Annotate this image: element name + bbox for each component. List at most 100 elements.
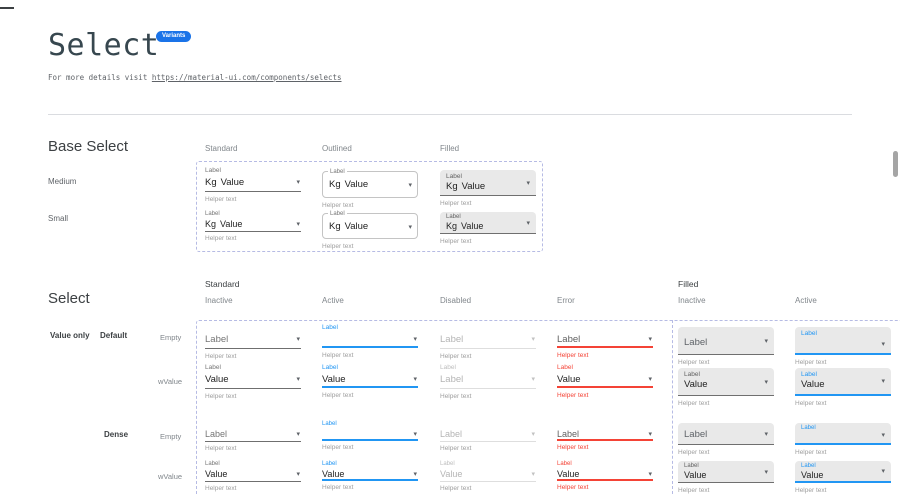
floating-label: Label bbox=[205, 364, 301, 372]
select-trigger[interactable]: Label ▾ bbox=[678, 423, 774, 445]
select-trigger[interactable]: Label ▾ bbox=[795, 423, 891, 445]
select-trigger[interactable]: Label KgValue ▾ bbox=[322, 171, 418, 198]
select-value: Label bbox=[440, 374, 463, 385]
select-trigger[interactable]: KgValue ▾ bbox=[205, 175, 301, 192]
select-standard-error-wvalue: Label Value▾ Helper text bbox=[557, 364, 653, 399]
select-placeholder: Label bbox=[684, 337, 707, 348]
select-trigger[interactable]: Label Value ▾ bbox=[795, 368, 891, 396]
dropdown-arrow-icon: ▾ bbox=[881, 432, 885, 439]
variants-badge: Variants bbox=[156, 31, 191, 42]
select-trigger[interactable]: Value▾ bbox=[557, 372, 653, 388]
helper-text: Helper text bbox=[440, 200, 536, 207]
select-trigger[interactable]: Value▾ bbox=[322, 372, 418, 388]
select-filled-active-wvalue: Label Value ▾ Helper text bbox=[795, 368, 891, 407]
helper-text: Helper text bbox=[795, 487, 891, 494]
select-trigger[interactable]: Value▾ bbox=[205, 372, 301, 389]
select-trigger[interactable]: Label▾ bbox=[205, 332, 301, 349]
base-outlined-medium: Label KgValue ▾ Helper text bbox=[322, 171, 418, 209]
select-trigger[interactable]: Value▾ bbox=[322, 468, 418, 481]
group-head-filled: Filled bbox=[678, 279, 698, 289]
dropdown-arrow-icon: ▾ bbox=[413, 471, 417, 478]
floating-label: Label bbox=[328, 210, 347, 218]
select-placeholder: Label bbox=[684, 429, 707, 440]
select-trigger[interactable]: Label KgValue ▾ bbox=[322, 213, 418, 239]
select-value-row: KgValue bbox=[446, 221, 530, 232]
select-placeholder: Label bbox=[557, 334, 580, 345]
select-trigger[interactable]: Label Value ▾ bbox=[678, 368, 774, 396]
floating-label: Label bbox=[446, 214, 530, 221]
dropdown-arrow-icon: ▾ bbox=[296, 179, 300, 186]
floating-label bbox=[440, 324, 536, 332]
helper-text: Helper text bbox=[322, 484, 418, 491]
select-standard-inactive-wvalue: Label Value▾ Helper text bbox=[205, 364, 301, 400]
helper-text: Helper text bbox=[678, 400, 774, 407]
select-trigger[interactable]: ▾ bbox=[322, 428, 418, 441]
helper-text: Helper text bbox=[205, 393, 301, 400]
floating-label: Label bbox=[801, 463, 885, 470]
select-trigger[interactable]: Label ▾ bbox=[795, 327, 891, 355]
floating-label: Label bbox=[322, 324, 418, 332]
select-trigger[interactable]: Label▾ bbox=[557, 332, 653, 348]
floating-label: Label bbox=[322, 421, 418, 428]
floating-label: Label bbox=[205, 461, 301, 468]
select-trigger[interactable]: Label Value ▾ bbox=[795, 461, 891, 483]
scrollbar-thumb[interactable] bbox=[893, 151, 898, 177]
floating-label bbox=[440, 421, 536, 428]
dropdown-arrow-icon: ▾ bbox=[296, 221, 300, 228]
row-label-dense-empty: Empty bbox=[160, 432, 181, 441]
select-dense-inactive-empty: Label▾ Helper text bbox=[205, 421, 301, 452]
col-head-standard: Standard bbox=[205, 144, 237, 153]
select-standard-disabled-empty: Label▾ Helper text bbox=[440, 324, 536, 360]
select-value: Value bbox=[440, 469, 462, 479]
row-label-medium: Medium bbox=[48, 177, 76, 186]
helper-text: Helper text bbox=[440, 485, 536, 492]
floating-label: Label bbox=[446, 173, 530, 181]
row-group-value-only: Value only bbox=[50, 331, 90, 340]
select-trigger[interactable]: Label▾ bbox=[205, 428, 301, 442]
dropdown-arrow-icon: ▾ bbox=[764, 379, 768, 386]
floating-label: Label bbox=[322, 364, 418, 372]
helper-text: Helper text bbox=[678, 449, 774, 456]
helper-text: Helper text bbox=[678, 487, 774, 494]
select-filled-dense-active-empty: Label ▾ Helper text bbox=[795, 423, 891, 456]
dropdown-arrow-icon: ▾ bbox=[526, 220, 530, 227]
dropdown-arrow-icon: ▾ bbox=[881, 378, 885, 385]
base-outlined-small: Label KgValue ▾ Helper text bbox=[322, 213, 418, 250]
helper-text: Helper text bbox=[440, 445, 536, 452]
select-trigger[interactable]: Label KgValue ▾ bbox=[440, 212, 536, 234]
select-trigger[interactable]: Label▾ bbox=[557, 428, 653, 441]
select-trigger[interactable]: KgValue ▾ bbox=[205, 218, 301, 232]
floating-label bbox=[205, 421, 301, 428]
select-trigger[interactable]: Label Value ▾ bbox=[678, 461, 774, 483]
select-trigger[interactable]: Label ▾ bbox=[678, 327, 774, 355]
select-value: Value bbox=[801, 379, 885, 391]
col-head-outlined: Outlined bbox=[322, 144, 352, 153]
dropdown-arrow-icon: ▾ bbox=[296, 336, 300, 343]
select-dense-inactive-wvalue: Label Value▾ Helper text bbox=[205, 461, 301, 492]
base-filled-medium: Label KgValue ▾ Helper text bbox=[440, 170, 536, 207]
dropdown-arrow-icon: ▾ bbox=[413, 431, 417, 438]
select-trigger[interactable]: Label KgValue ▾ bbox=[440, 170, 536, 196]
select-trigger[interactable]: ▾ bbox=[322, 332, 418, 348]
select-trigger[interactable]: Value ▾ bbox=[205, 468, 301, 482]
col-head-disabled: Disabled bbox=[440, 296, 471, 305]
select-trigger: Label▾ bbox=[440, 372, 536, 389]
base-select-heading: Base Select bbox=[48, 138, 128, 155]
select-dense-error-wvalue: Label Value▾ Helper text bbox=[557, 461, 653, 491]
helper-text: Helper text bbox=[205, 235, 301, 242]
select-value: Value bbox=[801, 470, 885, 481]
dropdown-arrow-icon: ▾ bbox=[413, 376, 417, 383]
page-title: Select bbox=[48, 28, 159, 63]
dropdown-arrow-icon: ▾ bbox=[296, 471, 300, 478]
helper-text: Helper text bbox=[322, 352, 418, 359]
dropdown-arrow-icon: ▾ bbox=[531, 431, 535, 438]
select-value: Value bbox=[205, 469, 227, 479]
helper-text: Helper text bbox=[205, 196, 301, 203]
docs-link[interactable]: https://material-ui.com/components/selec… bbox=[152, 73, 342, 82]
helper-text: Helper text bbox=[678, 359, 774, 366]
floating-label: Label bbox=[684, 371, 768, 379]
base-filled-small: Label KgValue ▾ Helper text bbox=[440, 212, 536, 245]
select-trigger[interactable]: Value▾ bbox=[557, 468, 653, 481]
floating-label bbox=[557, 421, 653, 428]
select-value: Value bbox=[684, 379, 768, 391]
